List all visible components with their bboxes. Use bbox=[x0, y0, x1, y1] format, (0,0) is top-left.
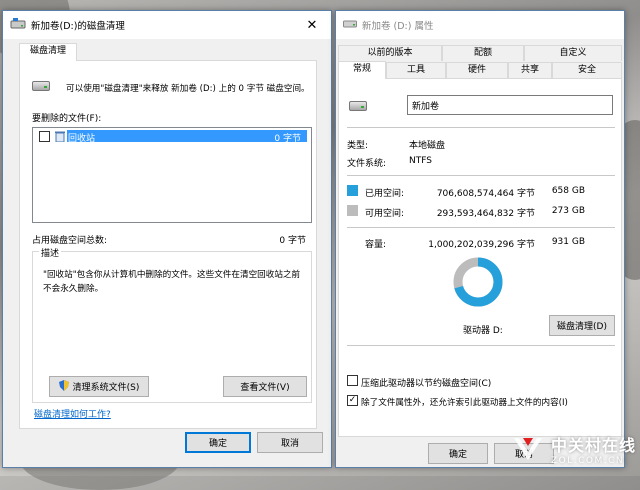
close-icon[interactable]: ✕ bbox=[293, 11, 331, 39]
clean-system-files-button[interactable]: 清理系统文件(S) bbox=[49, 376, 149, 397]
cleanup-cancel-button[interactable]: 取消 bbox=[257, 432, 323, 453]
description-title: 描述 bbox=[39, 246, 62, 259]
total-space-value: 0 字节 bbox=[279, 236, 306, 246]
free-space-swatch bbox=[347, 205, 358, 216]
properties-window: 新加卷 (D:) 属性 以前的版本 配额 自定义 常规 工具 硬件 共享 安全 … bbox=[335, 10, 625, 468]
tab-security[interactable]: 安全 bbox=[552, 62, 622, 78]
description-group: 描述 "回收站"包含你从计算机中删除的文件。这些文件在清空回收站之前 不会永久删… bbox=[32, 246, 312, 403]
tab-general[interactable]: 常规 bbox=[338, 61, 386, 79]
used-space-swatch bbox=[347, 185, 358, 196]
capacity-label: 容量: bbox=[365, 240, 387, 250]
view-files-button[interactable]: 查看文件(V) bbox=[223, 376, 307, 397]
tab-tools[interactable]: 工具 bbox=[386, 62, 446, 78]
volume-name-input[interactable]: 新加卷 bbox=[407, 95, 613, 115]
window-title: 新加卷(D:)的磁盘清理 bbox=[31, 21, 125, 32]
disk-cleanup-button[interactable]: 磁盘清理(D) bbox=[549, 315, 615, 336]
used-space-size: 658 GB bbox=[551, 186, 585, 196]
help-link[interactable]: 磁盘清理如何工作? bbox=[34, 407, 111, 420]
view-files-label: 查看文件(V) bbox=[240, 383, 290, 393]
list-item[interactable]: 回收站 0 字节 bbox=[35, 130, 309, 145]
files-list[interactable]: 回收站 0 字节 bbox=[32, 127, 312, 223]
used-space-label: 已用空间: bbox=[365, 189, 405, 199]
drive-icon bbox=[32, 81, 50, 94]
watermark-name: 中关村在线 bbox=[550, 436, 636, 455]
capacity-size: 931 GB bbox=[551, 237, 585, 247]
total-space-label: 占用磁盘空间总数: bbox=[32, 236, 108, 246]
tab-hardware[interactable]: 硬件 bbox=[446, 62, 508, 78]
filesystem-label: 文件系统: bbox=[347, 159, 387, 169]
cleanup-ok-button[interactable]: 确定 bbox=[185, 432, 251, 453]
compress-checkbox[interactable] bbox=[347, 375, 358, 386]
tab-quota[interactable]: 配额 bbox=[442, 45, 524, 61]
separator bbox=[347, 345, 615, 346]
free-space-size: 273 GB bbox=[551, 206, 585, 216]
capacity-bytes: 1,000,202,039,296 字节 bbox=[428, 240, 535, 250]
general-panel: 新加卷 类型: 本地磁盘 文件系统: NTFS 已用空间: 706,608,57… bbox=[338, 78, 622, 437]
compress-label[interactable]: 压缩此驱动器以节约磁盘空间(C) bbox=[361, 376, 491, 389]
used-space-bytes: 706,608,574,464 字节 bbox=[436, 189, 535, 199]
tab-customize[interactable]: 自定义 bbox=[524, 45, 622, 61]
separator bbox=[347, 127, 615, 128]
cleanup-panel: 可以使用"磁盘清理"来释放 新加卷 (D:) 上的 0 字节 磁盘空间。 要删除… bbox=[19, 60, 317, 429]
volume-drive-icon bbox=[349, 101, 367, 114]
zol-logo-icon bbox=[511, 434, 545, 465]
properties-titlebar[interactable]: 新加卷 (D:) 属性 bbox=[336, 11, 624, 39]
disk-cleanup-icon bbox=[10, 17, 26, 33]
description-text-line-1: "回收站"包含你从计算机中删除的文件。这些文件在清空回收站之前 bbox=[43, 270, 301, 280]
free-space-bytes: 293,593,464,832 字节 bbox=[436, 209, 535, 219]
files-to-delete-label: 要删除的文件(F): bbox=[32, 114, 102, 124]
volume-name-value: 新加卷 bbox=[412, 102, 440, 112]
description-text-line-2: 不会永久删除。 bbox=[43, 284, 104, 294]
recycle-bin-name: 回收站 bbox=[68, 134, 96, 144]
tab-previous-versions[interactable]: 以前的版本 bbox=[338, 45, 442, 61]
type-value: 本地磁盘 bbox=[409, 141, 446, 151]
type-label: 类型: bbox=[347, 141, 369, 151]
clean-system-files-label: 清理系统文件(S) bbox=[72, 383, 140, 393]
disk-cleanup-titlebar[interactable]: 新加卷(D:)的磁盘清理 ✕ bbox=[3, 11, 331, 39]
tab-disk-cleanup[interactable]: 磁盘清理 bbox=[19, 43, 77, 61]
window-title: 新加卷 (D:) 属性 bbox=[362, 21, 434, 32]
usage-donut-chart bbox=[453, 257, 503, 307]
drive-label: 驱动器 D: bbox=[463, 326, 503, 336]
drive-small-icon bbox=[343, 19, 357, 32]
shield-icon bbox=[58, 379, 69, 394]
index-label[interactable]: 除了文件属性外，还允许索引此驱动器上文件的内容(I) bbox=[361, 396, 568, 408]
recycle-bin-checkbox[interactable] bbox=[39, 131, 50, 142]
properties-ok-button[interactable]: 确定 bbox=[428, 443, 488, 464]
filesystem-value: NTFS bbox=[409, 156, 432, 166]
recycle-bin-size: 0 字节 bbox=[274, 134, 301, 144]
zol-watermark: 中关村在线 ZOL.COM.CN bbox=[511, 432, 636, 466]
watermark-domain: ZOL.COM.CN bbox=[550, 456, 625, 466]
intro-text: 可以使用"磁盘清理"来释放 新加卷 (D:) 上的 0 字节 磁盘空间。 bbox=[66, 84, 310, 94]
free-space-label: 可用空间: bbox=[365, 209, 405, 219]
disk-cleanup-window: 新加卷(D:)的磁盘清理 ✕ 磁盘清理 可以使用"磁盘清理"来释放 新加卷 (D… bbox=[2, 10, 332, 468]
recycle-bin-icon bbox=[55, 131, 65, 145]
index-checkbox[interactable]: ✓ bbox=[347, 395, 358, 406]
separator bbox=[347, 175, 615, 176]
separator bbox=[347, 227, 615, 228]
tab-sharing[interactable]: 共享 bbox=[508, 62, 552, 78]
